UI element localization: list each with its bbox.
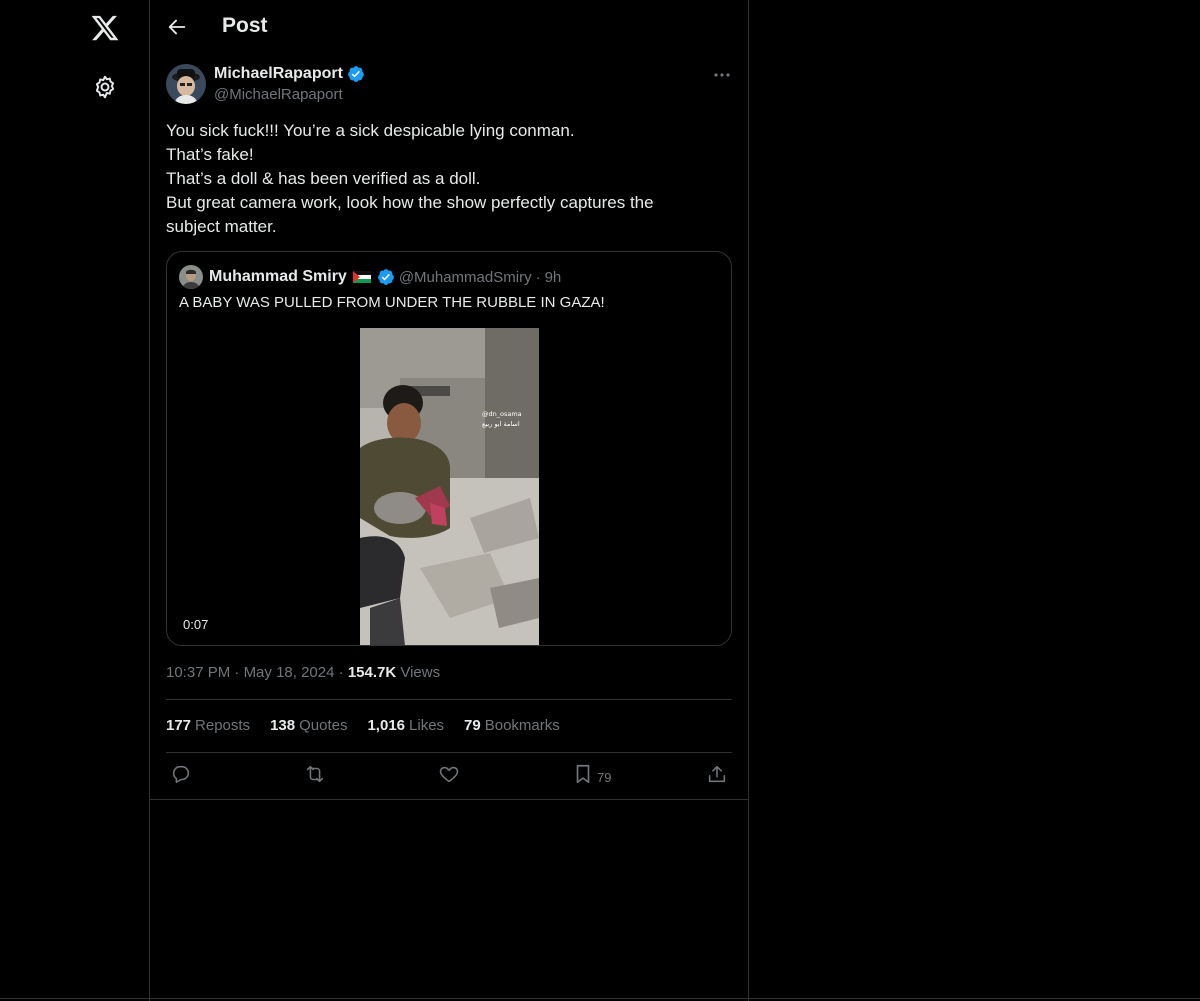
page-title: Post bbox=[222, 14, 268, 37]
post-text-line: But great camera work, look how the show… bbox=[166, 193, 654, 212]
separator-dot: · bbox=[234, 664, 240, 681]
post-text-line: That’s fake! bbox=[166, 145, 254, 164]
action-bar: 79 bbox=[166, 763, 732, 789]
divider bbox=[166, 752, 732, 753]
heart-icon[interactable] bbox=[438, 763, 460, 785]
likes-stat[interactable]: 1,016 Likes bbox=[367, 717, 444, 734]
quotes-stat[interactable]: 138 Quotes bbox=[270, 717, 347, 734]
reply-icon[interactable] bbox=[170, 763, 192, 785]
post-author: MichaelRapaport @MichaelRapaport bbox=[166, 64, 732, 106]
video-duration: 0:07 bbox=[179, 616, 213, 633]
quoted-post-header: Muhammad Smiry @MuhammadSmiry · 9h bbox=[179, 265, 561, 289]
watermark-name: اسامة ابو ربيع bbox=[482, 420, 520, 428]
post-text: You sick fuck!!! You’re a sick despicabl… bbox=[166, 119, 732, 239]
bookmark-icon[interactable] bbox=[572, 763, 594, 785]
engagement-stats: 177 Reposts 138 Quotes 1,016 Likes 79 Bookma… bbox=[166, 717, 560, 734]
post-text-line: You sick fuck!!! You’re a sick despicabl… bbox=[166, 121, 575, 140]
page-bottom-border bbox=[0, 998, 1200, 999]
post-text-line: That’s a doll & has been verified as a d… bbox=[166, 169, 481, 188]
verified-badge-icon bbox=[377, 269, 394, 285]
bookmarks-stat[interactable]: 79 Bookmarks bbox=[464, 717, 560, 734]
left-nav bbox=[0, 0, 150, 1001]
views-count: 154.7K bbox=[347, 664, 397, 681]
post-text-line: subject matter. bbox=[166, 217, 277, 236]
verified-badge-icon bbox=[348, 66, 364, 82]
post-meta: 10:37 PM · May 18, 2024 · 154.7K Views bbox=[166, 664, 440, 681]
views-label: Views bbox=[400, 664, 441, 681]
post-date[interactable]: May 18, 2024 bbox=[244, 664, 335, 681]
palestine-flag-icon bbox=[352, 271, 371, 283]
main-column: Post MichaelRapaport @MichaelRapaport Yo… bbox=[149, 0, 749, 1001]
bookmark-count: 79 bbox=[597, 770, 612, 785]
separator-dot: · bbox=[338, 664, 344, 681]
quoted-avatar[interactable] bbox=[179, 265, 203, 289]
page-header: Post bbox=[150, 0, 748, 54]
post-time[interactable]: 10:37 PM bbox=[166, 664, 230, 681]
reposts-stat[interactable]: 177 Reposts bbox=[166, 717, 250, 734]
repost-icon[interactable] bbox=[304, 763, 326, 785]
avatar[interactable] bbox=[166, 64, 206, 104]
quoted-post[interactable]: Muhammad Smiry @MuhammadSmiry · 9h A BAB… bbox=[166, 251, 732, 646]
divider bbox=[166, 699, 732, 700]
separator-dot: · bbox=[535, 268, 541, 286]
video-player[interactable]: @dn_osama اسامة ابو ربيع 0:07 bbox=[167, 328, 731, 645]
author-handle[interactable]: @MichaelRapaport bbox=[214, 86, 343, 103]
share-icon[interactable] bbox=[706, 763, 728, 785]
quoted-author-name[interactable]: Muhammad Smiry bbox=[209, 268, 347, 286]
divider bbox=[150, 799, 748, 800]
gear-icon[interactable] bbox=[92, 74, 118, 100]
watermark-handle: @dn_osama bbox=[482, 410, 522, 418]
quoted-author-handle[interactable]: @MuhammadSmiry bbox=[399, 269, 532, 286]
video-thumbnail: @dn_osama اسامة ابو ربيع bbox=[360, 328, 539, 645]
quoted-post-time[interactable]: 9h bbox=[545, 269, 562, 286]
more-options-icon[interactable] bbox=[712, 66, 732, 84]
quoted-post-text: A BABY WAS PULLED FROM UNDER THE RUBBLE … bbox=[179, 294, 605, 311]
x-logo-icon[interactable] bbox=[90, 13, 120, 43]
author-name[interactable]: MichaelRapaport bbox=[214, 65, 343, 83]
arrow-left-icon[interactable] bbox=[166, 16, 188, 38]
